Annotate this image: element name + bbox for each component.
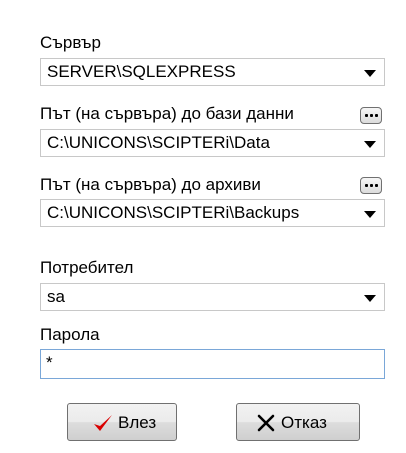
dropdown-arrow-icon[interactable] <box>364 70 376 77</box>
db-path-browse-button[interactable] <box>360 107 382 124</box>
db-path-value: C:\UNICONS\SCIPTERi\Data <box>47 133 270 152</box>
ellipsis-icon <box>365 114 368 117</box>
login-panel: Сървър SERVER\SQLEXPRESS Път (на сървъра… <box>0 0 406 453</box>
db-path-combobox[interactable]: C:\UNICONS\SCIPTERi\Data <box>40 129 385 157</box>
x-icon <box>257 414 275 432</box>
archive-path-combobox[interactable]: C:\UNICONS\SCIPTERi\Backups <box>40 199 385 227</box>
cancel-button-label: Отказ <box>281 413 327 432</box>
archive-path-label: Път (на сървъра) до архиви <box>40 175 261 194</box>
login-button-label: Влез <box>118 413 157 432</box>
user-combobox[interactable]: sa <box>40 283 385 311</box>
checkmark-icon <box>94 415 112 431</box>
user-label: Потребител <box>40 258 134 277</box>
user-value: sa <box>47 287 65 306</box>
server-label: Сървър <box>40 33 101 52</box>
server-combobox[interactable]: SERVER\SQLEXPRESS <box>40 58 385 86</box>
ellipsis-icon <box>365 184 368 187</box>
password-field[interactable]: * <box>40 349 385 379</box>
password-label: Парола <box>40 325 100 344</box>
cancel-button[interactable]: Отказ <box>236 403 360 441</box>
db-path-label: Път (на сървъра) до бази данни <box>40 104 294 123</box>
server-value: SERVER\SQLEXPRESS <box>47 62 236 81</box>
dropdown-arrow-icon[interactable] <box>364 141 376 148</box>
dropdown-arrow-icon[interactable] <box>364 211 376 218</box>
archive-path-browse-button[interactable] <box>360 177 382 194</box>
password-value: * <box>46 353 53 372</box>
login-button[interactable]: Влез <box>67 403 177 441</box>
dropdown-arrow-icon[interactable] <box>364 295 376 302</box>
archive-path-value: C:\UNICONS\SCIPTERi\Backups <box>47 203 300 222</box>
